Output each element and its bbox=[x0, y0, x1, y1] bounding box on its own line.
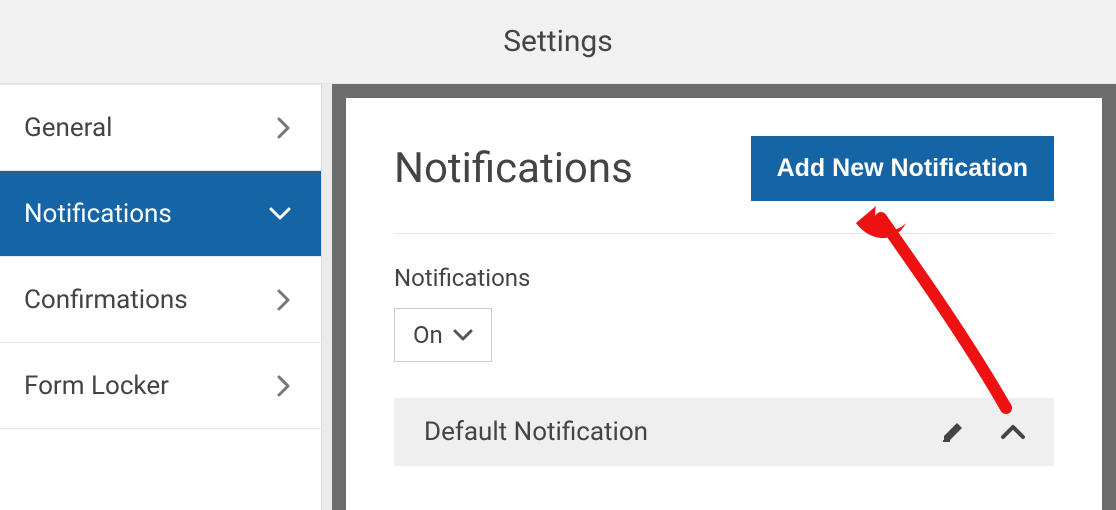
chevron-up-icon[interactable] bbox=[1000, 423, 1026, 441]
sidebar-item-confirmations[interactable]: Confirmations bbox=[0, 257, 321, 343]
field-label: Notifications bbox=[394, 264, 1054, 292]
sidebar-item-general[interactable]: General bbox=[0, 85, 321, 171]
sidebar-item-label: Form Locker bbox=[24, 371, 169, 401]
sidebar-item-form-locker[interactable]: Form Locker bbox=[0, 343, 321, 429]
chevron-down-icon bbox=[453, 329, 473, 342]
notifications-toggle-field: Notifications On bbox=[394, 264, 1054, 362]
sidebar-item-label: Confirmations bbox=[24, 285, 188, 315]
notifications-panel: Notifications Add New Notification Notif… bbox=[346, 98, 1102, 510]
chevron-down-icon bbox=[269, 207, 291, 221]
notification-row-actions bbox=[940, 419, 1026, 445]
notification-row-title: Default Notification bbox=[424, 417, 940, 447]
main-area: General Notifications Confirmations Form… bbox=[0, 84, 1116, 510]
sidebar-item-label: Notifications bbox=[24, 199, 172, 229]
notification-row[interactable]: Default Notification bbox=[394, 398, 1054, 466]
chevron-right-icon bbox=[277, 289, 291, 311]
sidebar-gutter bbox=[321, 84, 332, 510]
content-frame: Notifications Add New Notification Notif… bbox=[332, 84, 1116, 510]
panel-title: Notifications bbox=[394, 144, 633, 193]
panel-header: Notifications Add New Notification bbox=[394, 136, 1054, 234]
sidebar-item-notifications[interactable]: Notifications bbox=[0, 171, 321, 257]
chevron-right-icon bbox=[277, 375, 291, 397]
settings-sidebar: General Notifications Confirmations Form… bbox=[0, 84, 321, 510]
notifications-status-select[interactable]: On bbox=[394, 308, 492, 362]
settings-header: Settings bbox=[0, 0, 1116, 84]
chevron-right-icon bbox=[277, 117, 291, 139]
page-title: Settings bbox=[503, 24, 613, 59]
edit-icon[interactable] bbox=[940, 419, 966, 445]
sidebar-item-label: General bbox=[24, 113, 112, 143]
select-value: On bbox=[413, 321, 443, 349]
add-new-notification-button[interactable]: Add New Notification bbox=[751, 136, 1054, 201]
